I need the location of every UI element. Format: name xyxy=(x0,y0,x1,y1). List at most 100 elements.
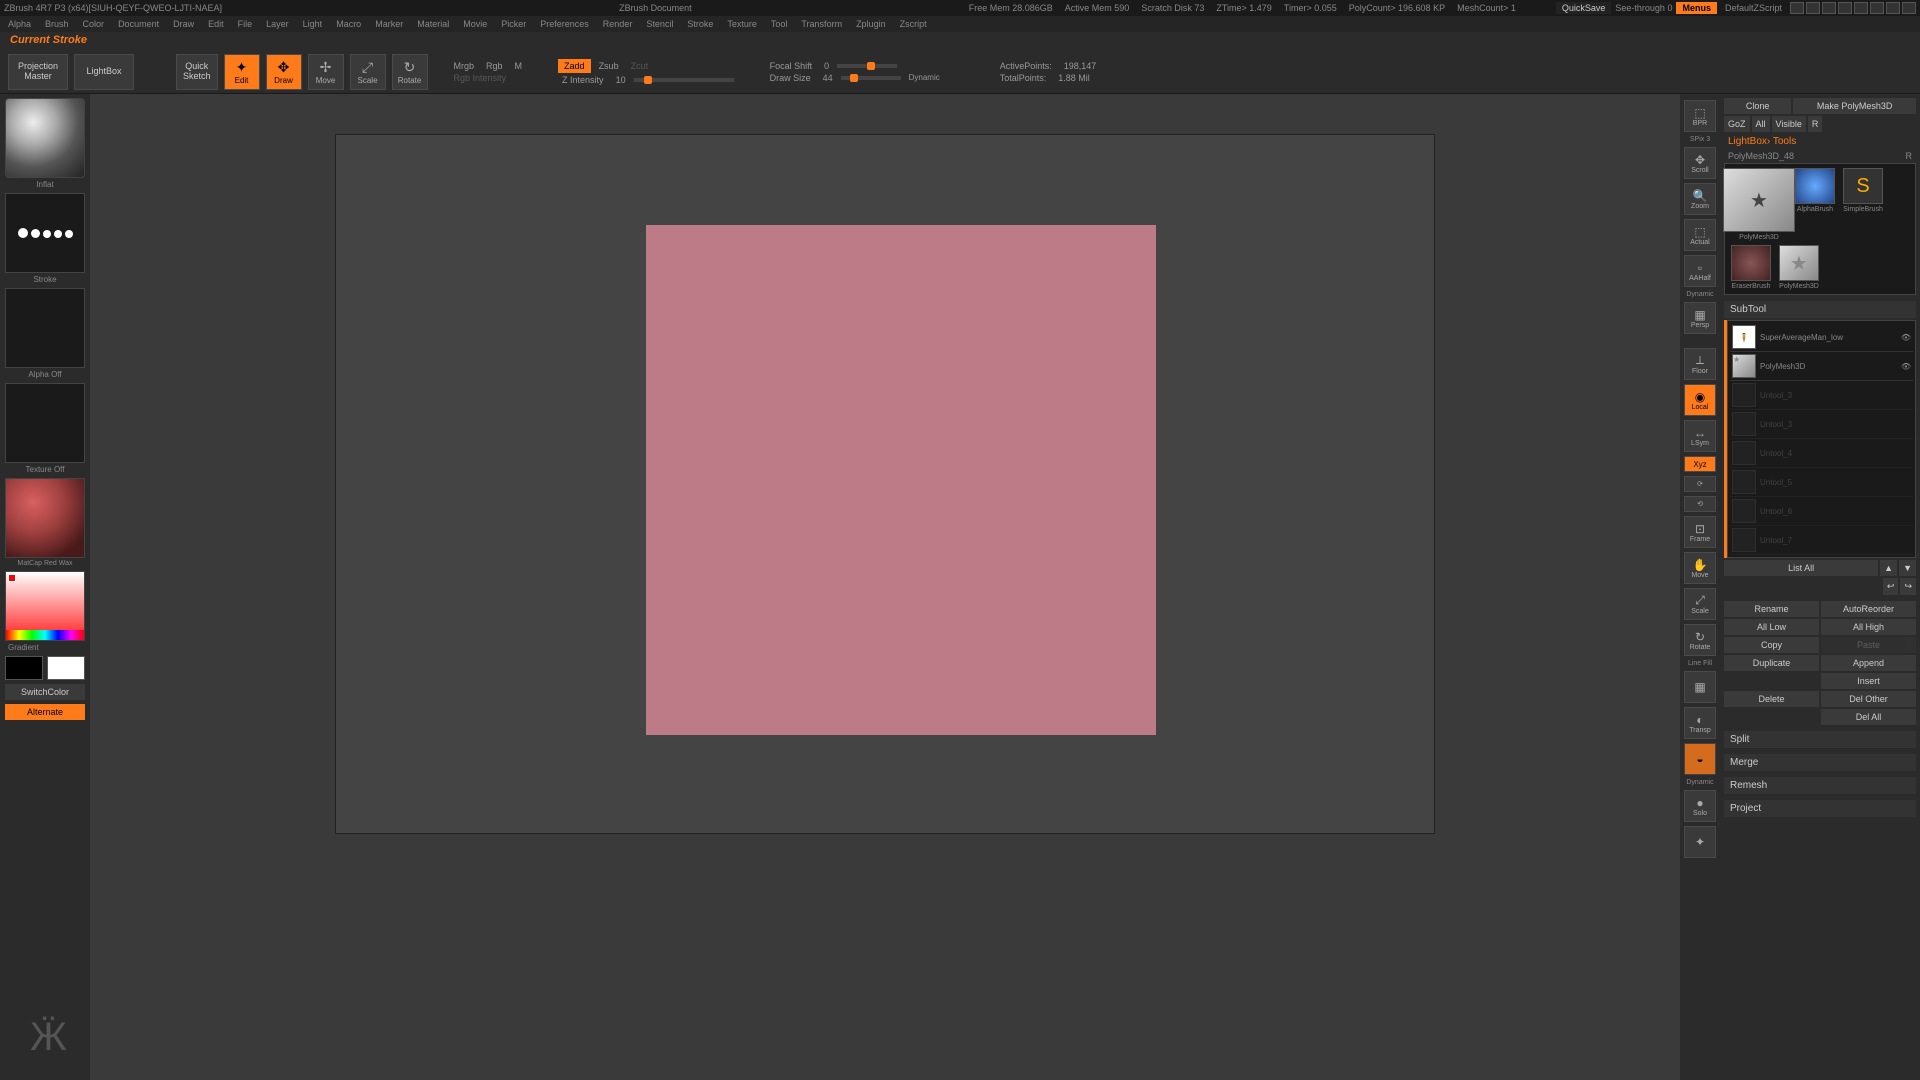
movedown-button[interactable]: ▼ xyxy=(1899,560,1916,576)
subtool-item[interactable]: Untool_4 xyxy=(1730,439,1913,468)
clone-button[interactable]: Clone xyxy=(1724,98,1791,114)
menu-picker[interactable]: Picker xyxy=(501,19,526,29)
delete-button[interactable]: Delete xyxy=(1724,691,1819,707)
alpha-slot[interactable] xyxy=(5,288,85,368)
mrgb-button[interactable]: Mrgb xyxy=(450,61,479,71)
brush-slot[interactable] xyxy=(5,98,85,178)
menu-draw[interactable]: Draw xyxy=(173,19,194,29)
floor-button[interactable]: ⟂Floor xyxy=(1684,348,1716,380)
paste-button[interactable]: Paste xyxy=(1821,637,1916,653)
alllow-button[interactable]: All Low xyxy=(1724,619,1819,635)
quicksketch-button[interactable]: Quick Sketch xyxy=(176,54,218,90)
switchcolor-button[interactable]: SwitchColor xyxy=(5,684,85,700)
subtool-item[interactable]: Untool_3 xyxy=(1730,381,1913,410)
polymesh-plane[interactable] xyxy=(646,225,1156,735)
delother-button[interactable]: Del Other xyxy=(1821,691,1916,707)
secondary-color-swatch[interactable] xyxy=(5,656,43,680)
arrow-right-button[interactable]: ↪ xyxy=(1900,578,1916,595)
menu-render[interactable]: Render xyxy=(603,19,633,29)
delall-button[interactable]: Del All xyxy=(1821,709,1916,725)
moveup-button[interactable]: ▲ xyxy=(1880,560,1897,576)
seethrough-label[interactable]: See-through 0 xyxy=(1615,3,1672,13)
menu-brush[interactable]: Brush xyxy=(45,19,69,29)
menu-layer[interactable]: Layer xyxy=(266,19,289,29)
zintensity-slider[interactable] xyxy=(634,78,734,82)
menu-stroke[interactable]: Stroke xyxy=(687,19,713,29)
tool-thumb-alpha[interactable] xyxy=(1795,168,1835,204)
listall-button[interactable]: List All xyxy=(1724,560,1878,576)
scale-button[interactable]: ⤢Scale xyxy=(350,54,386,90)
autoreorder-button[interactable]: AutoReorder xyxy=(1821,601,1916,617)
menu-document[interactable]: Document xyxy=(118,19,159,29)
append-button[interactable]: Append xyxy=(1821,655,1916,671)
allhigh-button[interactable]: All High xyxy=(1821,619,1916,635)
goz-visible-button[interactable]: Visible xyxy=(1772,116,1806,132)
drawsize-slider[interactable] xyxy=(841,76,901,80)
polyf-button[interactable]: ▦ xyxy=(1684,671,1716,703)
copy-button[interactable]: Copy xyxy=(1724,637,1819,653)
subtool-item[interactable]: Untool_5 xyxy=(1730,468,1913,497)
quicksave-button[interactable]: QuickSave xyxy=(1556,2,1612,14)
spix-label[interactable]: SPix 3 xyxy=(1690,136,1710,143)
document-canvas[interactable] xyxy=(335,134,1435,834)
project-section[interactable]: Project xyxy=(1724,800,1916,817)
move-button[interactable]: ✢Move xyxy=(308,54,344,90)
menu-zscript[interactable]: Zscript xyxy=(900,19,927,29)
rename-button[interactable]: Rename xyxy=(1724,601,1819,617)
ghost-button[interactable]: ◒ xyxy=(1684,743,1716,775)
zadd-button[interactable]: Zadd xyxy=(558,59,591,73)
actual-button[interactable]: ⬚Actual xyxy=(1684,219,1716,251)
menu-transform[interactable]: Transform xyxy=(801,19,842,29)
canvas-area[interactable] xyxy=(90,94,1680,1080)
menu-texture[interactable]: Texture xyxy=(727,19,757,29)
focalshift-slider[interactable] xyxy=(837,64,897,68)
cam-scale-button[interactable]: ⤢Scale xyxy=(1684,588,1716,620)
tool-r-button[interactable]: R xyxy=(1906,151,1913,161)
subtool-item[interactable]: Untool_3 xyxy=(1730,410,1913,439)
tool-thumb-current[interactable]: ★ xyxy=(1723,168,1795,232)
subtool-item[interactable]: Untool_7 xyxy=(1730,526,1913,555)
alternate-button[interactable]: Alternate xyxy=(5,704,85,720)
maximize-icon[interactable] xyxy=(1886,2,1900,14)
scroll-button[interactable]: ✥Scroll xyxy=(1684,147,1716,179)
xyz-button[interactable]: Xyz xyxy=(1684,456,1716,472)
goz-button[interactable]: GoZ xyxy=(1724,116,1750,132)
menu-material[interactable]: Material xyxy=(417,19,449,29)
menu-stencil[interactable]: Stencil xyxy=(646,19,673,29)
menu-marker[interactable]: Marker xyxy=(375,19,403,29)
dynamic-toggle[interactable]: Dynamic xyxy=(905,73,944,82)
zoom-button[interactable]: 🔍Zoom xyxy=(1684,183,1716,215)
lsym-button[interactable]: ↔LSym xyxy=(1684,420,1716,452)
minimize-icon[interactable] xyxy=(1870,2,1884,14)
material-slot[interactable] xyxy=(5,478,85,558)
goz-all-button[interactable]: All xyxy=(1752,116,1770,132)
rgb-button[interactable]: Rgb xyxy=(482,61,507,71)
xpose-button[interactable]: ✦ xyxy=(1684,826,1716,858)
duplicate-button[interactable]: Duplicate xyxy=(1724,655,1819,671)
remesh-section[interactable]: Remesh xyxy=(1724,777,1916,794)
win-icon-2[interactable] xyxy=(1806,2,1820,14)
goz-r-button[interactable]: R xyxy=(1808,116,1823,132)
close-icon[interactable] xyxy=(1902,2,1916,14)
edit-button[interactable]: ✦Edit xyxy=(224,54,260,90)
win-icon-5[interactable] xyxy=(1854,2,1868,14)
subtool-item[interactable]: Untool_6 xyxy=(1730,497,1913,526)
win-icon-4[interactable] xyxy=(1838,2,1852,14)
m-button[interactable]: M xyxy=(511,61,527,71)
menu-zplugin[interactable]: Zplugin xyxy=(856,19,886,29)
zcut-button[interactable]: Zcut xyxy=(627,61,653,71)
transp-button[interactable]: ◐Transp xyxy=(1684,707,1716,739)
rotx-button[interactable]: ⟳ xyxy=(1684,476,1716,492)
frame-button[interactable]: ⊡Frame xyxy=(1684,516,1716,548)
make-polymesh-button[interactable]: Make PolyMesh3D xyxy=(1793,98,1916,114)
menu-file[interactable]: File xyxy=(238,19,253,29)
menu-edit[interactable]: Edit xyxy=(208,19,224,29)
win-icon-3[interactable] xyxy=(1822,2,1836,14)
menu-macro[interactable]: Macro xyxy=(336,19,361,29)
primary-color-swatch[interactable] xyxy=(47,656,85,680)
menu-tool[interactable]: Tool xyxy=(771,19,788,29)
menu-alpha[interactable]: Alpha xyxy=(8,19,31,29)
local-button[interactable]: ◉Local xyxy=(1684,384,1716,416)
eye-icon[interactable]: 👁 xyxy=(1901,333,1911,342)
bpr-button[interactable]: ⬚BPR xyxy=(1684,100,1716,132)
